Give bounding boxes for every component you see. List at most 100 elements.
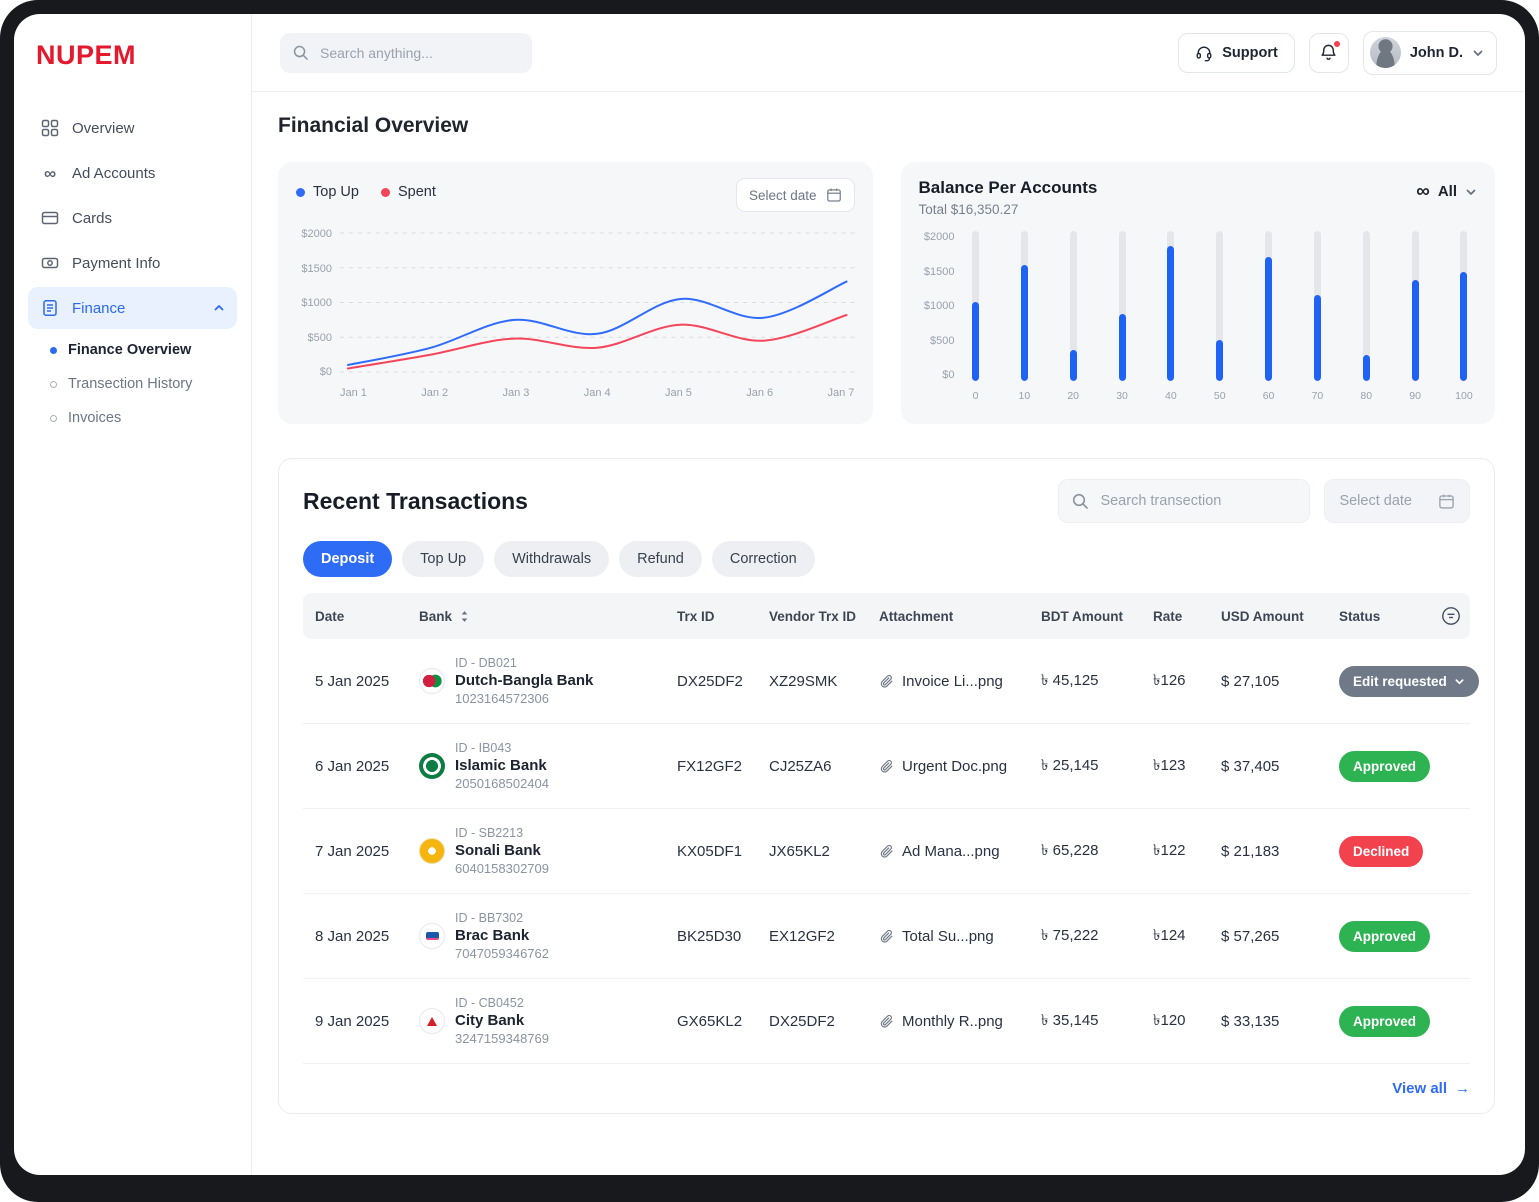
transaction-filters: Deposit Top Up Withdrawals Refund Correction xyxy=(303,541,1470,577)
account-filter-dropdown[interactable]: ∞ All xyxy=(1416,178,1477,201)
filter-chip-top-up[interactable]: Top Up xyxy=(402,541,484,577)
sidebar-subitem-finance-overview[interactable]: Finance Overview xyxy=(40,333,237,367)
bar-fill xyxy=(1119,314,1126,382)
table-body: 5 Jan 2025ID - DB021Dutch-Bangla Bank102… xyxy=(303,639,1470,1064)
support-button[interactable]: Support xyxy=(1178,33,1295,73)
headset-icon xyxy=(1195,44,1213,62)
balance-bar: 100 xyxy=(1451,231,1477,402)
bdt-amount: ৳ 35,145 xyxy=(1041,1009,1153,1034)
x-tick-label: 0 xyxy=(973,390,979,402)
legend-label: Top Up xyxy=(313,184,359,200)
transaction-search[interactable] xyxy=(1058,479,1310,523)
paperclip-icon xyxy=(879,929,894,944)
y-tick-label: $0 xyxy=(942,369,954,381)
device-frame: NUPEM Overview∞Ad AccountsCardsPayment I… xyxy=(0,0,1539,1202)
bar-fill xyxy=(1363,355,1370,381)
y-tick-label: $500 xyxy=(930,335,954,347)
sidebar-subitem-transection-history[interactable]: Transection History xyxy=(40,367,237,401)
sidebar-item-finance[interactable]: Finance xyxy=(28,287,237,329)
select-date-button[interactable]: Select date xyxy=(736,178,855,212)
dot-icon xyxy=(50,381,57,388)
legend-label: Spent xyxy=(398,184,436,200)
finance-submenu: Finance OverviewTransection HistoryInvoi… xyxy=(30,333,237,435)
transaction-search-input[interactable] xyxy=(1098,492,1297,510)
balance-bar: 60 xyxy=(1256,231,1282,402)
bank-id: ID - CB0452 xyxy=(455,996,549,1010)
topbar: Support John D. xyxy=(252,14,1525,92)
x-tick-label: 100 xyxy=(1455,390,1473,402)
global-search[interactable] xyxy=(280,33,532,73)
status-label: Approved xyxy=(1353,1014,1416,1029)
attachment-link[interactable]: Urgent Doc.png xyxy=(879,758,1041,775)
sort-icon[interactable] xyxy=(458,610,471,623)
bank-id: ID - IB043 xyxy=(455,741,549,755)
balance-bar: 30 xyxy=(1109,231,1135,402)
bank-name: Sonali Bank xyxy=(455,842,549,859)
balance-bar: 70 xyxy=(1304,231,1330,402)
status-cell: Approved xyxy=(1339,1006,1470,1037)
islami-bank-logo xyxy=(419,753,445,779)
attachment-link[interactable]: Monthly R..png xyxy=(879,1013,1041,1030)
legend-dot-icon xyxy=(296,188,305,197)
attachment-link[interactable]: Total Su...png xyxy=(879,928,1041,945)
topbar-actions: Support John D. xyxy=(1178,31,1497,75)
sidebar-item-overview[interactable]: Overview xyxy=(28,107,237,149)
view-all-link[interactable]: View all → xyxy=(1392,1080,1470,1097)
rate: ৳126 xyxy=(1153,669,1221,694)
attachment-name: Total Su...png xyxy=(902,928,994,945)
sidebar-subitem-invoices[interactable]: Invoices xyxy=(40,401,237,435)
sidebar-item-label: Ad Accounts xyxy=(72,165,155,182)
status-badge[interactable]: Edit requested xyxy=(1339,666,1479,697)
x-tick-label: Jan 1 xyxy=(340,387,367,399)
sidebar: NUPEM Overview∞Ad AccountsCardsPayment I… xyxy=(14,14,252,1175)
bank-cell: ID - DB021Dutch-Bangla Bank1023164572306 xyxy=(419,656,677,706)
attachment-name: Ad Mana...png xyxy=(902,843,1000,860)
filter-chip-deposit[interactable]: Deposit xyxy=(303,541,392,577)
bank-name: City Bank xyxy=(455,1012,549,1029)
bank-cell: ID - SB2213Sonali Bank6040158302709 xyxy=(419,826,677,876)
bdt-amount: ৳ 25,145 xyxy=(1041,754,1153,779)
bdt-amount: ৳ 45,125 xyxy=(1041,669,1153,694)
y-tick-label: $0 xyxy=(320,366,332,378)
filter-icon[interactable] xyxy=(1440,605,1462,627)
usd-amount: $ 33,135 xyxy=(1221,1013,1339,1030)
user-menu[interactable]: John D. xyxy=(1363,31,1497,75)
x-tick-label: 10 xyxy=(1019,390,1031,402)
status-label: Approved xyxy=(1353,929,1416,944)
attachment-link[interactable]: Ad Mana...png xyxy=(879,843,1041,860)
column-header-label: Rate xyxy=(1153,609,1182,624)
transactions-select-date-button[interactable]: Select date xyxy=(1324,479,1470,523)
balance-total: Total $16,350.27 xyxy=(919,202,1098,217)
table-row: 6 Jan 2025ID - IB043Islamic Bank20501685… xyxy=(303,724,1470,809)
vendor-trx-id: CJ25ZA6 xyxy=(769,758,879,775)
sidebar-item-label: Payment Info xyxy=(72,255,160,272)
dot-icon xyxy=(50,415,57,422)
user-name: John D. xyxy=(1410,45,1463,61)
column-header-rate: Rate xyxy=(1153,609,1221,624)
y-axis-labels: $2000$1500$1000$500$0 xyxy=(296,228,340,378)
filter-chip-refund[interactable]: Refund xyxy=(619,541,702,577)
bar-track xyxy=(1314,231,1321,381)
sidebar-item-payment-info[interactable]: Payment Info xyxy=(28,242,237,284)
attachment-link[interactable]: Invoice Li...png xyxy=(879,673,1041,690)
sidebar-item-cards[interactable]: Cards xyxy=(28,197,237,239)
search-input[interactable] xyxy=(318,44,520,62)
bar-fill xyxy=(1265,257,1272,381)
filter-chip-withdrawals[interactable]: Withdrawals xyxy=(494,541,609,577)
bar-fill xyxy=(1216,340,1223,381)
x-tick-label: 30 xyxy=(1116,390,1128,402)
column-header-label: Bank xyxy=(419,609,452,624)
x-tick-label: 80 xyxy=(1360,390,1372,402)
filter-chip-correction[interactable]: Correction xyxy=(712,541,815,577)
x-tick-label: 90 xyxy=(1409,390,1421,402)
notifications-button[interactable] xyxy=(1309,33,1349,73)
status-badge: Declined xyxy=(1339,836,1423,867)
sidebar-item-ad-accounts[interactable]: ∞Ad Accounts xyxy=(28,152,237,194)
transaction-date: 5 Jan 2025 xyxy=(315,673,419,690)
attachment-name: Monthly R..png xyxy=(902,1013,1003,1030)
column-header-attachment: Attachment xyxy=(879,609,1041,624)
balance-title: Balance Per Accounts xyxy=(919,178,1098,198)
bank-account-number: 1023164572306 xyxy=(455,691,593,706)
account-filter-label: All xyxy=(1438,183,1457,200)
trx-id: KX05DF1 xyxy=(677,843,769,860)
